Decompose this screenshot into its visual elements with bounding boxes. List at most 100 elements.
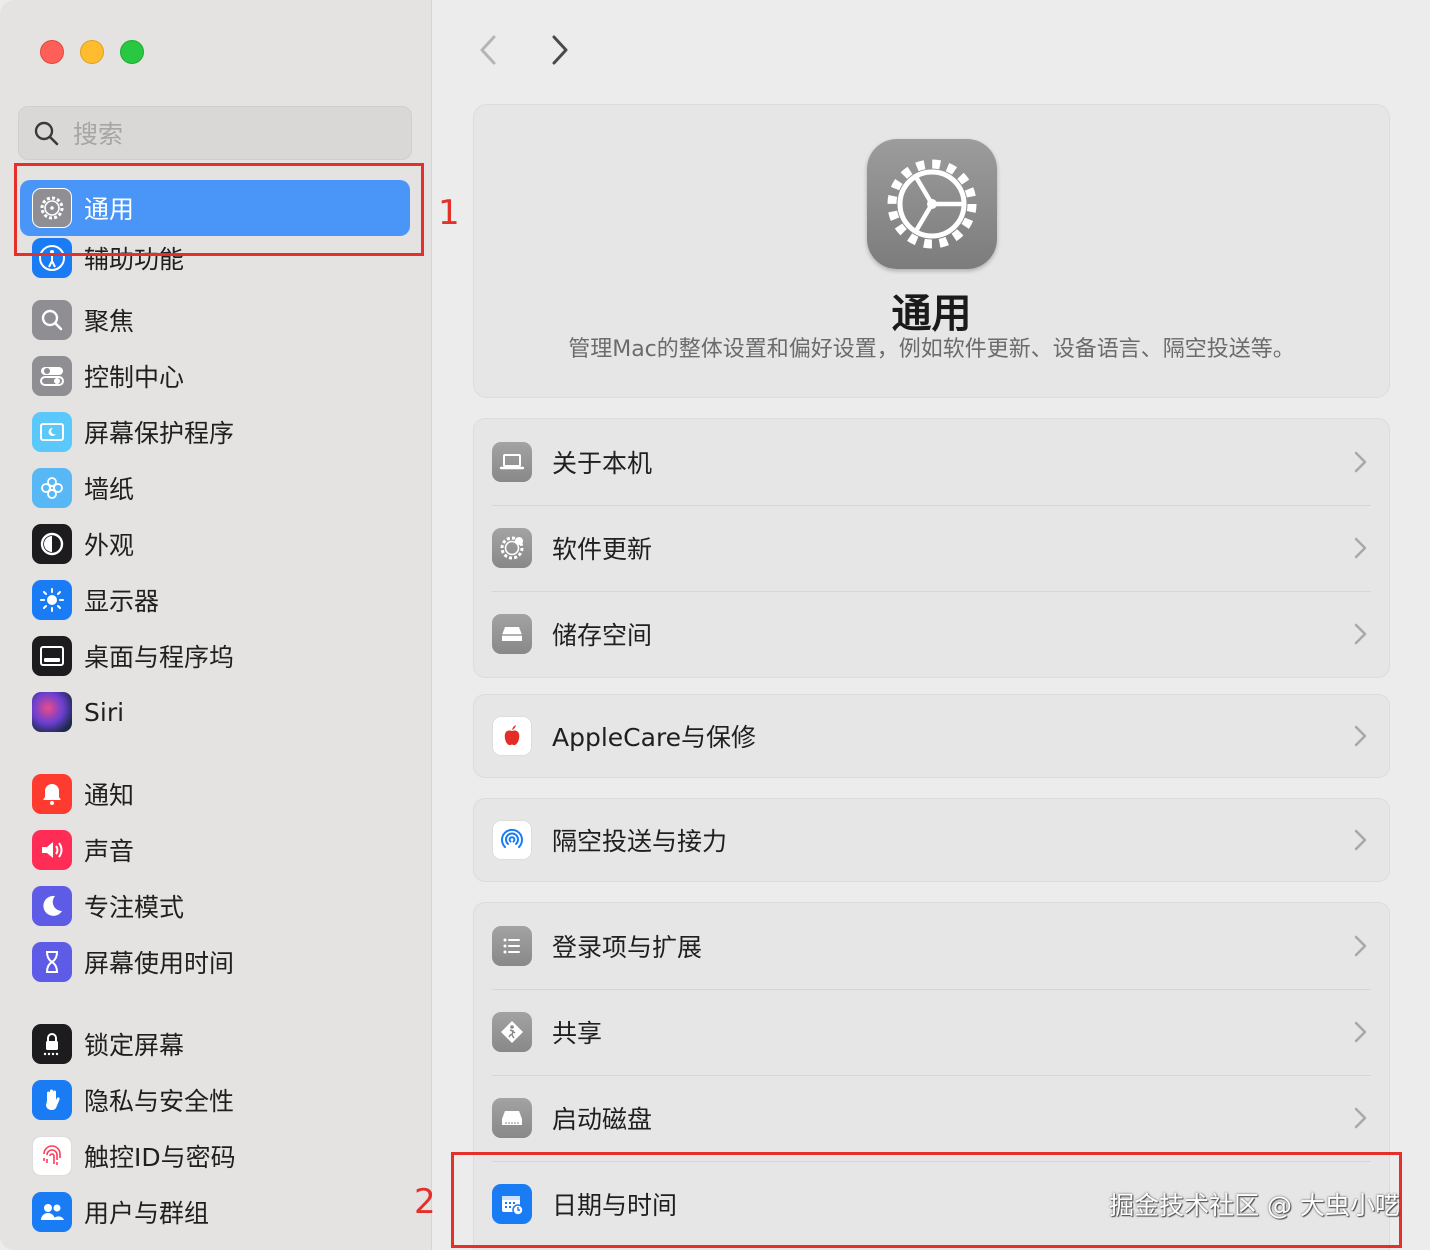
search-field[interactable]: 搜索 bbox=[18, 106, 412, 160]
sidebar-item-focus[interactable]: 专注模式 bbox=[20, 878, 410, 934]
row-sharing[interactable]: 共享 bbox=[474, 989, 1389, 1075]
sidebar-item-label: Siri bbox=[84, 697, 125, 727]
row-label: AppleCare与保修 bbox=[552, 723, 757, 752]
sidebar-item-label: 显示器 bbox=[84, 587, 160, 616]
screensaver-icon bbox=[32, 412, 72, 452]
chevron-right-icon bbox=[1354, 935, 1367, 957]
row-startup-disk[interactable]: 启动磁盘 bbox=[474, 1075, 1389, 1161]
spotlight-icon bbox=[32, 300, 72, 340]
back-button[interactable] bbox=[468, 30, 508, 70]
sidebar-item-label: 外观 bbox=[84, 531, 135, 560]
sidebar-item-wallpaper[interactable]: 墙纸 bbox=[20, 460, 410, 516]
close-window-button[interactable] bbox=[40, 40, 64, 64]
search-icon bbox=[34, 121, 59, 146]
settings-group: AppleCare与保修 bbox=[473, 694, 1390, 778]
chevron-right-icon bbox=[1354, 1021, 1367, 1043]
row-label: 软件更新 bbox=[552, 535, 653, 564]
sidebar-item-label: 专注模式 bbox=[84, 893, 185, 922]
sidebar-item-screen-time[interactable]: 屏幕使用时间 bbox=[20, 934, 410, 990]
sidebar-item-users-groups[interactable]: 用户与群组 bbox=[20, 1184, 410, 1240]
settings-window: 搜索 通用 辅助功能 聚焦 控制中心 屏幕保护程序 墙纸 外观 显示器 桌面与程… bbox=[0, 0, 1430, 1250]
row-airdrop-handoff[interactable]: 隔空投送与接力 bbox=[474, 799, 1389, 881]
row-label: 关于本机 bbox=[552, 449, 653, 478]
sidebar-item-label: 墙纸 bbox=[84, 475, 135, 504]
sidebar-item-label: 屏幕保护程序 bbox=[84, 419, 235, 448]
sidebar-item-label: 桌面与程序坞 bbox=[84, 643, 235, 672]
dock-icon bbox=[32, 636, 72, 676]
disk-icon bbox=[492, 1098, 532, 1138]
search-placeholder: 搜索 bbox=[73, 120, 124, 149]
sidebar-item-desktop-dock[interactable]: 桌面与程序坞 bbox=[20, 628, 410, 684]
main-pane: 通用 管理Mac的整体设置和偏好设置，例如软件更新、设备语言、隔空投送等。 关于… bbox=[433, 0, 1430, 1250]
sidebar-item-notifications[interactable]: 通知 bbox=[20, 766, 410, 822]
zoom-window-button[interactable] bbox=[120, 40, 144, 64]
siri-icon bbox=[32, 692, 72, 732]
sidebar-item-sound[interactable]: 声音 bbox=[20, 822, 410, 878]
notification-icon bbox=[32, 774, 72, 814]
sidebar-item-appearance[interactable]: 外观 bbox=[20, 516, 410, 572]
storage-icon bbox=[492, 614, 532, 654]
watermark: 掘金技术社区 @ 大虫小呓 bbox=[1109, 1191, 1400, 1220]
moon-icon bbox=[32, 886, 72, 926]
airdrop-icon bbox=[492, 820, 532, 860]
sidebar-item-lock-screen[interactable]: 锁定屏幕 bbox=[20, 1016, 410, 1072]
row-label: 储存空间 bbox=[552, 621, 653, 650]
sidebar-item-displays[interactable]: 显示器 bbox=[20, 572, 410, 628]
lock-icon bbox=[32, 1024, 72, 1064]
row-applecare[interactable]: AppleCare与保修 bbox=[474, 695, 1389, 777]
row-label: 共享 bbox=[552, 1019, 603, 1048]
sidebar-item-label: 隐私与安全性 bbox=[84, 1087, 235, 1116]
sidebar-item-privacy-security[interactable]: 隐私与安全性 bbox=[20, 1072, 410, 1128]
display-icon bbox=[32, 580, 72, 620]
sidebar-item-label: 屏幕使用时间 bbox=[84, 949, 235, 978]
chevron-left-icon bbox=[480, 35, 496, 65]
row-software-update[interactable]: 软件更新 bbox=[474, 505, 1389, 591]
fingerprint-icon bbox=[32, 1136, 72, 1176]
gear-update-icon bbox=[492, 528, 532, 568]
settings-group: 隔空投送与接力 bbox=[473, 798, 1390, 882]
sidebar-item-touch-id[interactable]: 触控ID与密码 bbox=[20, 1128, 410, 1184]
gear-icon bbox=[867, 139, 997, 269]
general-header-card: 通用 管理Mac的整体设置和偏好设置，例如软件更新、设备语言、隔空投送等。 bbox=[473, 104, 1390, 398]
row-label: 启动磁盘 bbox=[552, 1105, 653, 1134]
page-description: 管理Mac的整体设置和偏好设置，例如软件更新、设备语言、隔空投送等。 bbox=[568, 337, 1295, 362]
row-label: 隔空投送与接力 bbox=[552, 827, 728, 856]
window-controls bbox=[40, 40, 144, 64]
settings-group: 关于本机 软件更新 储存空间 bbox=[473, 418, 1390, 678]
row-login-items[interactable]: 登录项与扩展 bbox=[474, 903, 1389, 989]
chevron-right-icon bbox=[552, 35, 568, 65]
chevron-right-icon bbox=[1354, 725, 1367, 747]
sidebar-item-label: 声音 bbox=[84, 837, 135, 866]
list-icon bbox=[492, 926, 532, 966]
chevron-right-icon bbox=[1354, 537, 1367, 559]
forward-button[interactable] bbox=[540, 30, 580, 70]
sound-icon bbox=[32, 830, 72, 870]
sidebar-item-label: 触控ID与密码 bbox=[84, 1143, 236, 1172]
row-about[interactable]: 关于本机 bbox=[474, 419, 1389, 505]
minimize-window-button[interactable] bbox=[80, 40, 104, 64]
sidebar-item-control-center[interactable]: 控制中心 bbox=[20, 348, 410, 404]
sidebar-item-label: 锁定屏幕 bbox=[84, 1031, 185, 1060]
chevron-right-icon bbox=[1354, 829, 1367, 851]
sidebar-item-spotlight[interactable]: 聚焦 bbox=[20, 292, 410, 348]
chevron-right-icon bbox=[1354, 451, 1367, 473]
sidebar-item-siri[interactable]: Siri bbox=[20, 684, 410, 740]
control-center-icon bbox=[32, 356, 72, 396]
hand-icon bbox=[32, 1080, 72, 1120]
laptop-icon bbox=[492, 442, 532, 482]
annotation-number-1: 1 bbox=[438, 193, 460, 233]
chevron-right-icon bbox=[1354, 623, 1367, 645]
row-storage[interactable]: 储存空间 bbox=[474, 591, 1389, 677]
sidebar-item-screensaver[interactable]: 屏幕保护程序 bbox=[20, 404, 410, 460]
sidebar-item-label: 聚焦 bbox=[84, 307, 135, 336]
row-label: 登录项与扩展 bbox=[552, 933, 703, 962]
sidebar-item-label: 通知 bbox=[84, 781, 135, 810]
sharing-icon bbox=[492, 1012, 532, 1052]
highlight-box-1 bbox=[14, 163, 424, 256]
annotation-number-2: 2 bbox=[414, 1182, 436, 1222]
chevron-right-icon bbox=[1354, 1107, 1367, 1129]
hourglass-icon bbox=[32, 942, 72, 982]
sidebar-item-label: 控制中心 bbox=[84, 363, 185, 392]
sidebar-item-label: 用户与群组 bbox=[84, 1199, 210, 1228]
apple-icon bbox=[492, 716, 532, 756]
